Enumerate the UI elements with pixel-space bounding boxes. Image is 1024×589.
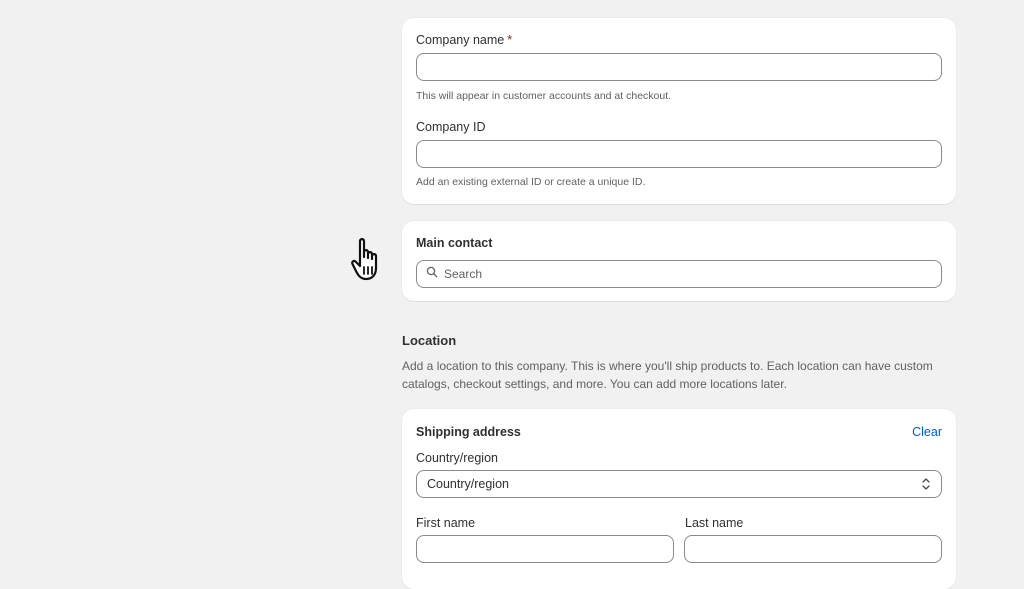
company-id-label: Company ID xyxy=(416,120,486,134)
main-contact-heading: Main contact xyxy=(416,236,493,250)
country-region-value: Country/region xyxy=(427,477,509,491)
select-arrows-icon xyxy=(921,477,931,491)
required-mark: * xyxy=(507,33,513,47)
main-contact-card: Main contact Search xyxy=(402,221,956,301)
company-name-input[interactable] xyxy=(416,53,942,81)
company-name-label: Company name * xyxy=(416,33,513,47)
last-name-input[interactable] xyxy=(684,535,942,563)
hand-pointer-cursor-icon xyxy=(350,237,390,283)
search-placeholder: Search xyxy=(444,267,483,281)
company-name-help: This will appear in customer accounts an… xyxy=(416,90,672,102)
company-card: Company name * This will appear in custom… xyxy=(402,18,956,204)
last-name-label: Last name xyxy=(685,516,744,530)
location-description: Add a location to this company. This is … xyxy=(402,359,933,391)
first-name-label: First name xyxy=(416,516,476,530)
main-contact-search-input[interactable]: Search xyxy=(416,260,942,288)
location-title: Location xyxy=(402,333,457,348)
search-icon xyxy=(426,265,438,283)
shipping-address-heading: Shipping address xyxy=(416,425,521,439)
company-id-help: Add an existing external ID or create a … xyxy=(416,176,646,188)
country-region-label: Country/region xyxy=(416,451,498,465)
clear-link[interactable]: Clear xyxy=(912,425,942,439)
country-region-select[interactable]: Country/region xyxy=(416,470,942,498)
shipping-address-card: Shipping address Clear Country/region Co… xyxy=(402,409,956,589)
company-id-input[interactable] xyxy=(416,140,942,168)
first-name-input[interactable] xyxy=(416,535,674,563)
